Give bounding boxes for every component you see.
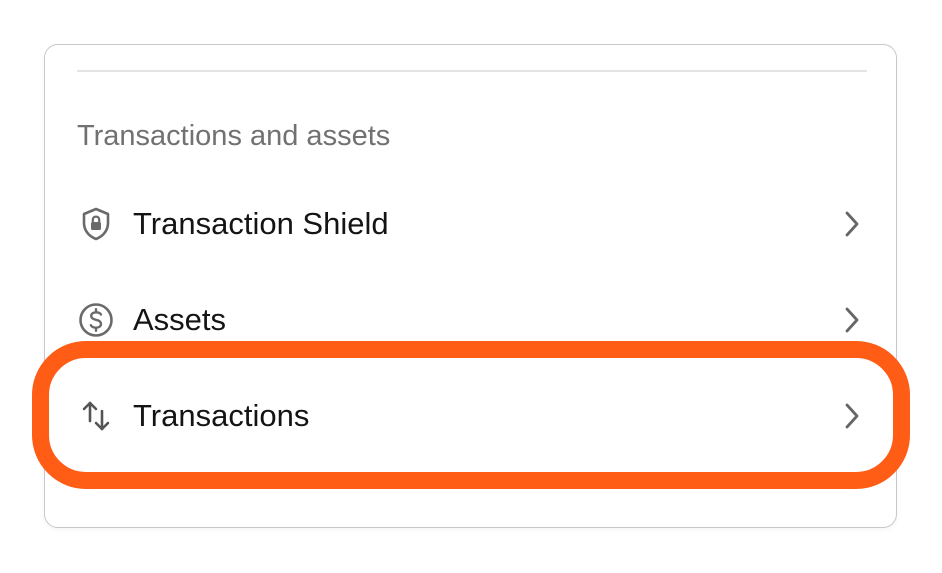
menu-item-assets[interactable]: Assets bbox=[60, 280, 880, 360]
menu-item-label: Assets bbox=[133, 302, 227, 337]
menu-item-transactions[interactable]: Transactions bbox=[60, 376, 880, 456]
section-divider bbox=[77, 70, 867, 72]
menu-item-transaction-shield[interactable]: Transaction Shield bbox=[60, 184, 880, 264]
screen: Transactions and assets Transaction Shie… bbox=[0, 0, 942, 573]
chevron-right-icon bbox=[840, 209, 864, 239]
menu-item-label: Transaction Shield bbox=[133, 206, 389, 241]
arrows-up-down-icon bbox=[78, 398, 114, 434]
section-title: Transactions and assets bbox=[77, 120, 391, 152]
shield-lock-icon bbox=[78, 206, 114, 242]
menu-item-label: Transactions bbox=[133, 398, 310, 433]
chevron-right-icon bbox=[840, 305, 864, 335]
dollar-circle-icon bbox=[78, 302, 114, 338]
chevron-right-icon bbox=[840, 401, 864, 431]
